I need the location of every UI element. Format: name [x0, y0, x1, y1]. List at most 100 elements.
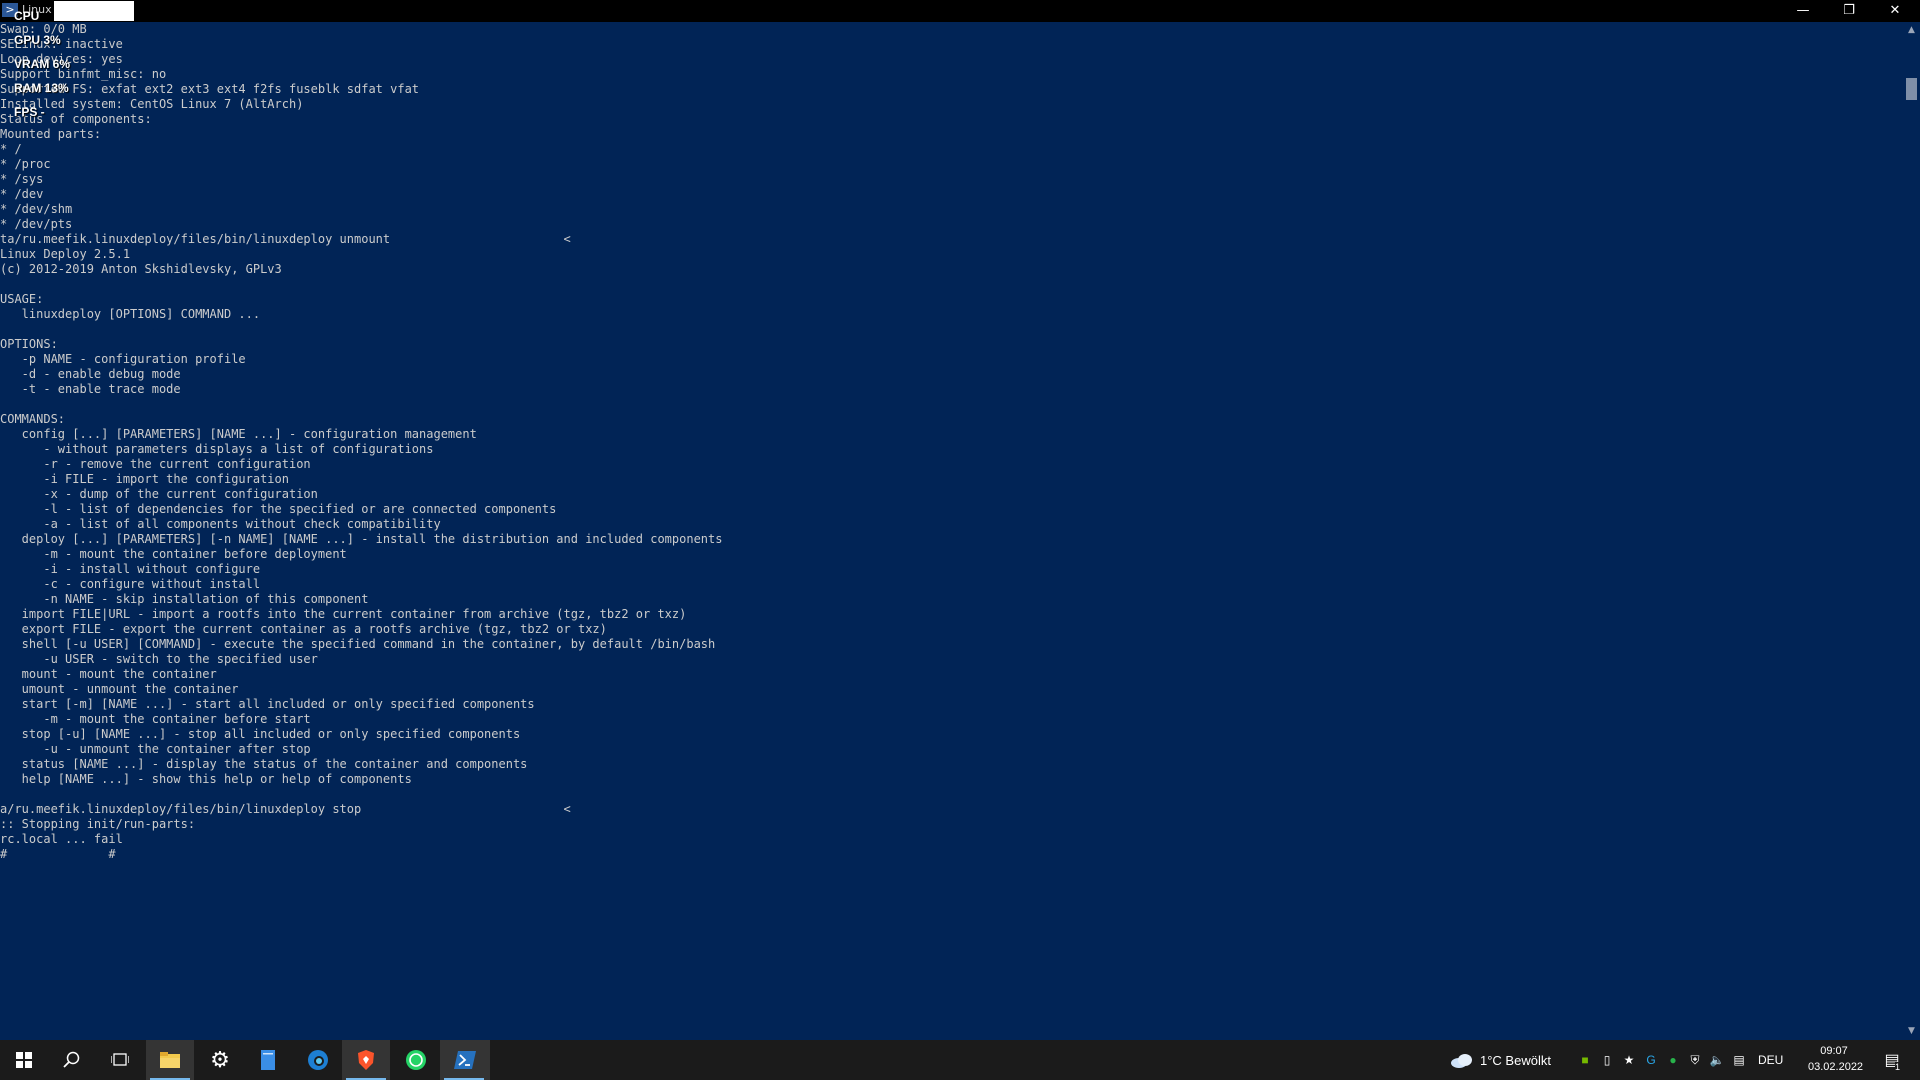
taskbar-whatsapp[interactable] [392, 1040, 440, 1080]
terminal-line: import FILE|URL - import a rootfs into t… [0, 607, 687, 621]
gpu-stat: GPU 3% [14, 33, 61, 47]
task-view-button[interactable] [96, 1040, 144, 1080]
minimize-button[interactable]: — [1780, 0, 1826, 22]
terminal-line: Installed system: CentOS Linux 7 (AltArc… [0, 97, 304, 111]
terminal-line: status [NAME ...] - display the status o… [0, 757, 528, 771]
close-button[interactable]: ✕ [1872, 0, 1918, 22]
terminal-line: SELinux: inactive [0, 37, 123, 51]
whatsapp-icon [406, 1050, 426, 1070]
terminal-line: * /proc [0, 157, 51, 171]
brave-browser-icon [358, 1050, 374, 1070]
taskbar-edge[interactable] [294, 1040, 342, 1080]
vram-stat: VRAM 6% [14, 57, 71, 71]
terminal-line: * /dev [0, 187, 44, 201]
terminal-line: * /dev/shm [0, 202, 73, 216]
terminal-line: # # [0, 847, 116, 861]
terminal-line: linuxdeploy [OPTIONS] COMMAND ... [0, 307, 261, 321]
terminal-line: Swap: 0/0 MB [0, 22, 87, 36]
terminal-line: rc.local ... fail [0, 832, 123, 846]
terminal-line: -m - mount the container before deployme… [0, 547, 347, 561]
terminal-line: :: Stopping init/run-parts: [0, 817, 196, 831]
language-indicator[interactable]: DEU [1758, 1053, 1783, 1067]
security-icon[interactable]: ● [1662, 1053, 1684, 1067]
terminal-line: umount - unmount the container [0, 682, 239, 696]
taskbar-settings[interactable]: ⚙ [196, 1040, 244, 1080]
terminal-line: deploy [...] [PARAMETERS] [-n NAME] [NAM… [0, 532, 723, 546]
scroll-down-icon[interactable]: ▼ [1903, 1023, 1920, 1040]
terminal-line: -l - list of dependencies for the specif… [0, 502, 557, 516]
terminal-line: -t - enable trace mode [0, 382, 181, 396]
maximize-button[interactable]: ❐ [1826, 0, 1872, 22]
weather-widget[interactable]: 1°C Bewölkt [1450, 1040, 1551, 1080]
terminal-line: -i FILE - import the configuration [0, 472, 289, 486]
ram-stat: RAM 13% [14, 81, 69, 95]
taskbar-powershell[interactable] [440, 1040, 490, 1080]
powershell-icon [454, 1051, 476, 1069]
clock[interactable]: 09:07 03.02.2022 [1808, 1043, 1864, 1075]
terminal-line: * /dev/pts [0, 217, 73, 231]
terminal-line: -p NAME - configuration profile [0, 352, 246, 366]
shield-icon[interactable]: ⛨ [1684, 1053, 1706, 1068]
terminal-line: export FILE - export the current contain… [0, 622, 607, 636]
nvidia-icon[interactable]: ■ [1574, 1053, 1596, 1067]
terminal-output: Swap: 0/0 MB SELinux: inactive Loop device… [0, 22, 1900, 862]
terminal-line: stop [-u] [NAME ...] - stop all included… [0, 727, 521, 741]
terminal-line: * / [0, 142, 22, 156]
gear-icon: ⚙ [210, 1047, 230, 1072]
terminal-line: -x - dump of the current configuration [0, 487, 318, 501]
terminal-line: mount - mount the container [0, 667, 217, 681]
terminal-line: (c) 2012-2019 Anton Skshidlevsky, GPLv3 [0, 262, 282, 276]
terminal-line: * /sys [0, 172, 44, 186]
taskbar-notepad[interactable] [244, 1040, 292, 1080]
terminal-line: Mounted parts: [0, 127, 102, 141]
terminal-line: -i - install without configure [0, 562, 261, 576]
edge-browser-icon [308, 1050, 328, 1070]
start-button[interactable] [0, 1040, 48, 1080]
usb-icon[interactable]: ▯ [1596, 1053, 1618, 1067]
folder-icon [160, 1052, 180, 1068]
taskbar-brave[interactable] [342, 1040, 390, 1080]
vertical-scrollbar[interactable]: ▲ ▼ [1903, 22, 1920, 1040]
terminal-line: -m - mount the container before start [0, 712, 311, 726]
terminal-line: Support binfmt_misc: no [0, 67, 167, 81]
terminal-line: -u USER - switch to the specified user [0, 652, 318, 666]
sync-icon[interactable]: G [1640, 1053, 1662, 1067]
notification-count: 1 [1895, 1062, 1901, 1072]
terminal-line: shell [-u USER] [COMMAND] - execute the … [0, 637, 716, 651]
terminal-line: -r - remove the current configuration [0, 457, 311, 471]
terminal-line: config [...] [PARAMETERS] [NAME ...] - c… [0, 427, 477, 441]
terminal-line: Supported FS: exfat ext2 ext3 ext4 f2fs … [0, 82, 420, 96]
terminal-line: Status of components: [0, 112, 152, 126]
terminal-line: OPTIONS: [0, 337, 58, 351]
volume-icon[interactable]: 🔈 [1706, 1053, 1728, 1067]
terminal-line: ta/ru.meefik.linuxdeploy/files/bin/linux… [0, 232, 571, 246]
terminal-line: Loop devices: yes [0, 52, 123, 66]
system-tray: ■ ▯ ★ G ● ⛨ 🔈 ▤ DEU [1574, 1040, 1783, 1080]
terminal-window[interactable]: Swap: 0/0 MB SELinux: inactive Loop device… [0, 22, 1900, 1040]
notification-center-button[interactable]: ▤ 1 [1876, 1040, 1908, 1080]
terminal-line: -u - unmount the container after stop [0, 742, 311, 756]
cpu-stat: CPU [14, 9, 40, 23]
notepad-icon [261, 1050, 275, 1070]
network-icon[interactable]: ▤ [1728, 1053, 1750, 1067]
terminal-line: start [-m] [NAME ...] - start all includ… [0, 697, 535, 711]
scroll-up-icon[interactable]: ▲ [1903, 22, 1920, 39]
search-button[interactable] [48, 1040, 96, 1080]
terminal-line: - without parameters displays a list of … [0, 442, 434, 456]
cloud-icon [1451, 1054, 1472, 1068]
windows-icon [16, 1052, 32, 1068]
network-activity-icon[interactable]: ★ [1618, 1053, 1640, 1067]
fps-stat: FPS - [14, 105, 45, 119]
title-bar: > Linux Deploy — ❐ ✕ [0, 0, 1920, 22]
terminal-line: help [NAME ...] - show this help or help… [0, 772, 412, 786]
terminal-line: a/ru.meefik.linuxdeploy/files/bin/linuxd… [0, 802, 571, 816]
terminal-line: Linux Deploy 2.5.1 [0, 247, 131, 261]
weather-text: 1°C Bewölkt [1480, 1052, 1551, 1068]
taskbar-file-explorer[interactable] [146, 1040, 194, 1080]
task-view-icon [111, 1053, 129, 1066]
clock-date: 03.02.2022 [1808, 1061, 1864, 1073]
scroll-thumb[interactable] [1906, 78, 1917, 100]
